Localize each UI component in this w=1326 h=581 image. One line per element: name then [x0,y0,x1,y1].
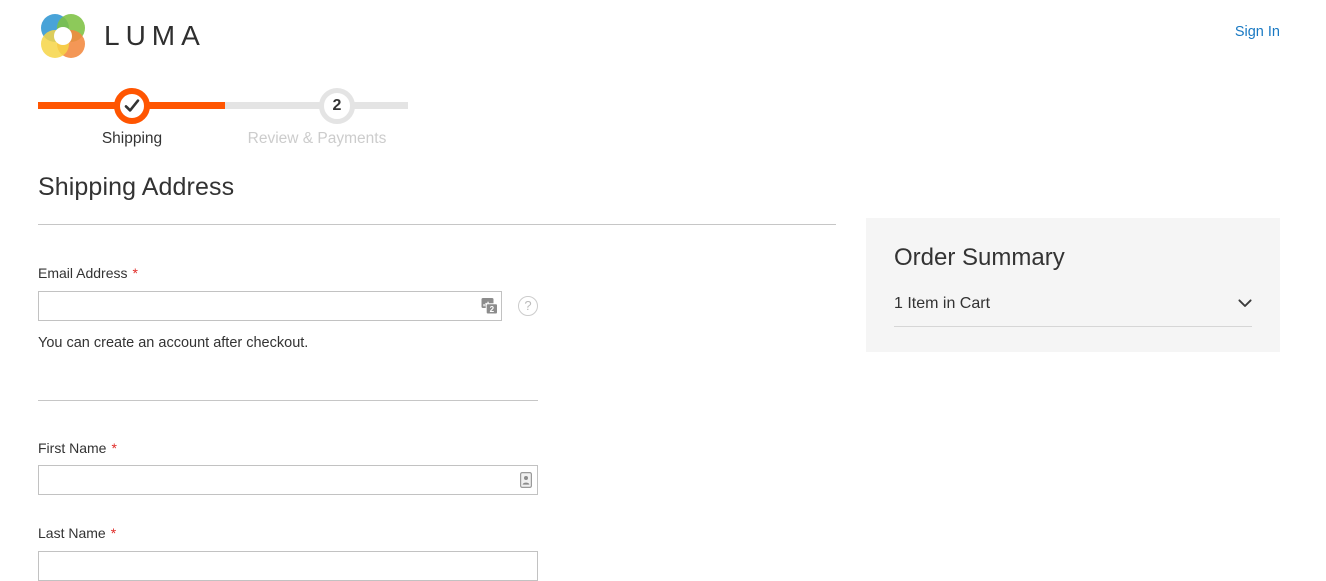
chevron-down-icon[interactable] [1238,299,1252,308]
sign-in-link[interactable]: Sign In [1235,24,1280,40]
last-name-label-text: Last Name [38,525,106,542]
first-name-label-text: First Name [38,439,107,456]
first-name-input-shell [38,465,538,496]
shipping-address-form: Shipping Address Email Address * 2 ? You … [38,172,838,581]
check-icon [124,99,140,112]
email-input-row: 2 ? [38,290,838,321]
checkout-progress-bar: 2 Shipping Review & Payments [38,88,638,158]
field-spacer [38,495,838,525]
svg-text:2: 2 [490,305,495,314]
order-summary-panel: Order Summary 1 Item in Cart [866,218,1280,352]
email-input[interactable] [38,290,502,321]
field-email-address: Email Address * 2 ? You can create an acc… [38,265,838,353]
autofill-badge-icon[interactable]: 2 [481,297,498,315]
field-last-name: Last Name * [38,525,838,581]
required-asterisk: * [132,265,138,281]
progress-step-shipping[interactable] [114,88,150,124]
luma-logo-icon [38,12,88,60]
question-mark-icon[interactable]: ? [518,295,538,316]
last-name-input[interactable] [38,551,538,581]
contact-card-icon[interactable] [520,472,532,489]
progress-step-number: 2 [332,97,342,114]
field-first-name: First Name * [38,440,838,496]
cart-items-toggle[interactable]: 1 Item in Cart [894,294,1252,327]
page-title: Shipping Address [38,173,235,201]
form-section-divider [38,399,538,401]
last-name-label: Last Name * [38,525,838,542]
progress-step-label-review-payments: Review & Payments [247,130,387,147]
progress-step-review-payments[interactable]: 2 [319,88,355,124]
required-asterisk: * [111,439,117,456]
cart-items-count-label: 1 Item in Cart [894,294,991,312]
progress-step-label-shipping: Shipping [101,130,163,147]
first-name-input[interactable] [38,465,538,496]
order-summary-title: Order Summary [894,244,1065,271]
email-address-label-text: Email Address [38,265,128,281]
site-logo[interactable]: LUMA [38,12,206,60]
email-hint-text: You can create an account after checkout… [38,334,309,351]
progress-line-remaining [225,102,408,109]
email-address-label: Email Address * [38,265,838,282]
title-divider [38,224,836,225]
email-input-shell: 2 [38,290,502,321]
page-header: LUMA Sign In [0,0,1326,72]
first-name-label: First Name * [38,440,838,457]
required-asterisk: * [110,525,117,542]
last-name-input-shell [38,551,538,581]
brand-name: LUMA [104,20,206,51]
